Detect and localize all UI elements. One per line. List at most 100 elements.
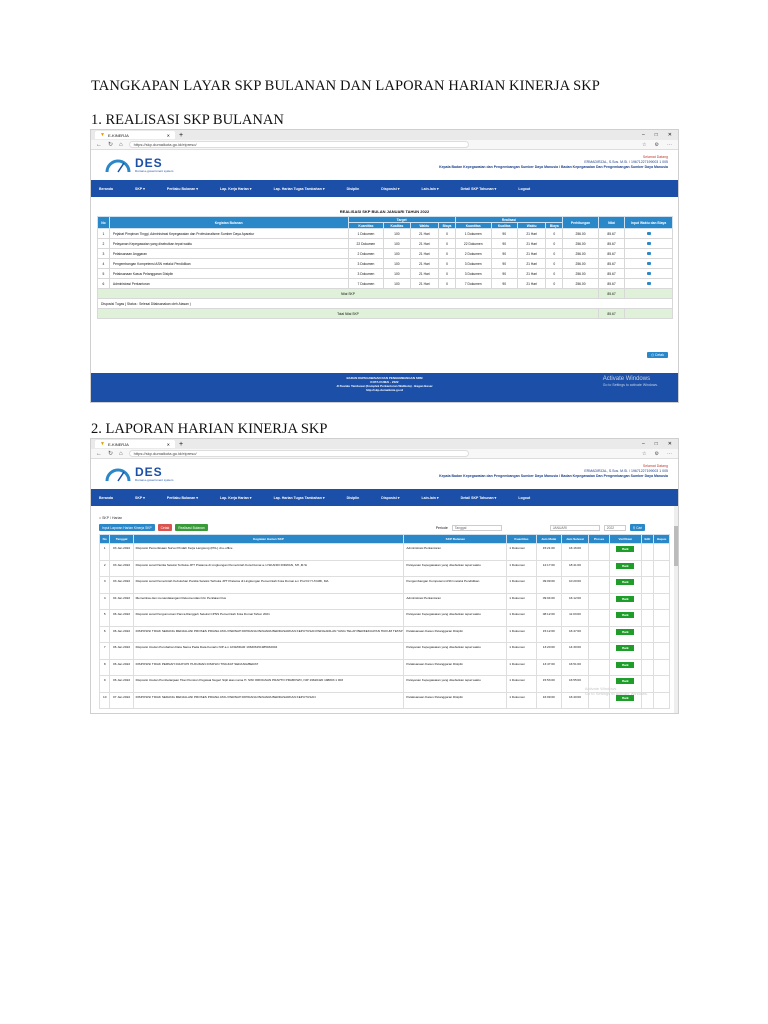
tanggal-input[interactable]: Tanggal: [451, 524, 502, 531]
hapus-cell[interactable]: [653, 675, 670, 693]
extensions-icon[interactable]: ⚙: [655, 451, 659, 457]
nav-lain-lain[interactable]: Lain-lain ▾: [422, 496, 439, 500]
main-navbar: Beranda SKP ▾ Perilaku Bulanan ▾ Lap. Ke…: [91, 180, 678, 197]
minimize-icon[interactable]: –: [642, 132, 645, 138]
star-icon[interactable]: ☆: [642, 142, 646, 148]
app-logo: DES Dumai e-government system: [135, 464, 174, 482]
gauge-logo-icon: [105, 468, 131, 482]
table-row: 2 Pelayanan Kepegawaian yang disebutkan t…: [97, 238, 673, 249]
nav-beranda[interactable]: Beranda: [99, 187, 113, 191]
hapus-cell[interactable]: [653, 609, 670, 627]
cetak-harian-button[interactable]: Cetak: [157, 524, 173, 531]
harian-toolbar: Input Laporan Harian Kinerja SKP Cetak R…: [99, 524, 678, 531]
verifikasi-badge: Baik: [616, 628, 635, 635]
close-window-icon[interactable]: ✕: [668, 132, 672, 138]
nav-skp[interactable]: SKP ▾: [135, 187, 145, 191]
nav-perilaku[interactable]: Perilaku Bulanan ▾: [167, 496, 198, 500]
edit-icon[interactable]: [646, 251, 651, 255]
tahun-select[interactable]: 2022: [603, 524, 626, 531]
edit-cell[interactable]: [640, 658, 655, 676]
screenshot-laporan-harian: ▼ E-KINERJA ✕ + – □ ✕ ← ↻ ⌂ https://skp.…: [90, 438, 679, 714]
nilai-skp-value: 85.67: [597, 288, 626, 299]
menu-icon[interactable]: ⋯: [667, 451, 672, 457]
close-tab-icon[interactable]: ✕: [167, 133, 170, 138]
gauge-logo-icon: [105, 159, 131, 173]
menu-icon[interactable]: ⋯: [667, 142, 672, 148]
edit-cell[interactable]: [640, 543, 655, 561]
verifikasi-badge: Baik: [616, 579, 635, 585]
hapus-cell[interactable]: [653, 625, 670, 643]
url-field[interactable]: https://skp.dumaikota.go.id/eipreso/: [128, 450, 469, 457]
edit-cell[interactable]: [640, 592, 655, 610]
edit-cell[interactable]: [640, 559, 655, 577]
table-row: 2 03 Jan 2022 Disposisi surat Panitia Sele…: [98, 559, 670, 577]
new-tab-icon[interactable]: +: [179, 132, 183, 139]
nav-beranda[interactable]: Beranda: [99, 496, 113, 500]
nav-lap-tugas[interactable]: Lap. Harian Tugas Tambahan ▾: [274, 187, 325, 191]
bulan-select[interactable]: JANUARI: [549, 524, 600, 531]
nav-lain-lain[interactable]: Lain-lain ▾: [422, 187, 439, 191]
browser-tab[interactable]: ▼ E-KINERJA ✕: [95, 131, 175, 139]
maximize-icon[interactable]: □: [655, 441, 658, 447]
cari-button[interactable]: ⚲ Cari: [629, 524, 646, 531]
app-footer: BADAN KEPEGAWAIAN DAN PENGEMBANGAN SDM K…: [91, 373, 678, 402]
hapus-cell[interactable]: [653, 543, 670, 561]
new-tab-icon[interactable]: +: [179, 441, 183, 448]
scrollbar[interactable]: [674, 506, 678, 713]
nav-disiplin[interactable]: Disiplin: [347, 496, 360, 500]
table-row: 3 Pelaksanaan Anggaran 2 Dokumen 100 21 Hari…: [97, 248, 673, 259]
main-navbar: Beranda SKP ▾ Perilaku Bulanan ▾ Lap. Ke…: [91, 489, 678, 506]
close-window-icon[interactable]: ✕: [668, 441, 672, 447]
home-icon[interactable]: ⌂: [119, 451, 123, 457]
extensions-icon[interactable]: ⚙: [655, 142, 659, 148]
nav-disposisi[interactable]: Disposisi ▾: [381, 187, 399, 191]
nav-lap-tugas[interactable]: Lap. Harian Tugas Tambahan ▾: [274, 496, 325, 500]
edit-cell[interactable]: [640, 625, 655, 643]
table-row: 1 03 Jan 2022 Disposisi Pemeriksaan Survei…: [98, 543, 670, 561]
nav-detail-skp[interactable]: Detail SKP Tahunan ▾: [461, 496, 497, 500]
nav-logout[interactable]: Logout: [518, 496, 530, 500]
nav-perilaku[interactable]: Perilaku Bulanan ▾: [167, 187, 198, 191]
edit-cell[interactable]: [640, 609, 655, 627]
nav-lap-kerja[interactable]: Lap. Kerja Harian ▾: [220, 187, 252, 191]
input-laporan-button[interactable]: Input Laporan Harian Kinerja SKP: [99, 524, 155, 531]
edit-icon[interactable]: [646, 261, 651, 265]
edit-icon[interactable]: [646, 241, 651, 245]
hapus-cell[interactable]: [653, 658, 670, 676]
hapus-cell[interactable]: [653, 559, 670, 577]
nav-logout[interactable]: Logout: [518, 187, 530, 191]
home-icon[interactable]: ⌂: [119, 142, 123, 148]
reload-icon[interactable]: ↻: [108, 450, 113, 457]
table-row: 4 04 Jan 2022 Memeriksa dan menandatangani…: [98, 592, 670, 610]
browser-tab[interactable]: ▼ E-KINERJA ✕: [95, 440, 175, 448]
cetak-button[interactable]: ⎙ Cetak: [647, 352, 668, 358]
total-nilai-value: 85.67: [597, 308, 626, 319]
nav-detail-skp[interactable]: Detail SKP Tahunan ▾: [461, 187, 497, 191]
realisasi-bulanan-button[interactable]: Realisasi Bulanan: [175, 524, 208, 531]
section-1-title: 1. REALISASI SKP BULANAN: [91, 112, 284, 128]
edit-cell[interactable]: [640, 576, 655, 594]
maximize-icon[interactable]: □: [655, 132, 658, 138]
edit-icon[interactable]: [646, 281, 651, 285]
nav-skp[interactable]: SKP ▾: [135, 496, 145, 500]
hapus-cell[interactable]: [653, 642, 670, 660]
edit-icon[interactable]: [646, 231, 651, 235]
url-field[interactable]: https://skp.dumaikota.go.id/eipreso/: [128, 141, 469, 148]
scrollbar-thumb[interactable]: [674, 526, 678, 566]
close-tab-icon[interactable]: ✕: [167, 442, 170, 447]
back-icon[interactable]: ←: [96, 142, 102, 148]
nav-disposisi[interactable]: Disposisi ▾: [381, 496, 399, 500]
edit-icon[interactable]: [646, 271, 651, 275]
minimize-icon[interactable]: –: [642, 441, 645, 447]
breadcrumb[interactable]: ⌂ SKP / Harian: [99, 516, 678, 520]
hapus-cell[interactable]: [653, 592, 670, 610]
nav-lap-kerja[interactable]: Lap. Kerja Harian ▾: [220, 496, 252, 500]
edit-cell[interactable]: [640, 642, 655, 660]
hapus-cell[interactable]: [653, 691, 670, 709]
hapus-cell[interactable]: [653, 576, 670, 594]
reload-icon[interactable]: ↻: [108, 141, 113, 148]
back-icon[interactable]: ←: [96, 451, 102, 457]
nav-disiplin[interactable]: Disiplin: [347, 187, 360, 191]
star-icon[interactable]: ☆: [642, 451, 646, 457]
table-row: 5 Pelaksanaan Kasus Pelanggaran Disiplin 3…: [97, 268, 673, 279]
